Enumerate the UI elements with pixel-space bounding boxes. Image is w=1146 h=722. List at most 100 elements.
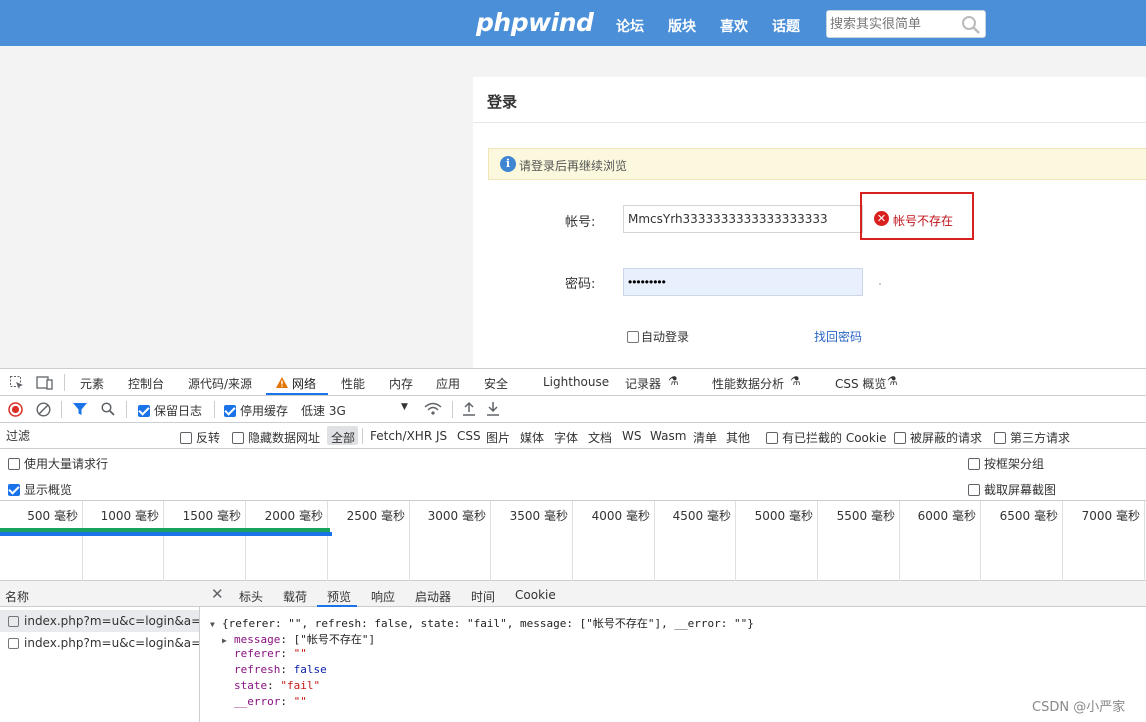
request-row[interactable]: index.php?m=u&c=login&a=... bbox=[0, 610, 199, 632]
collapsed-triangle-icon[interactable]: ▶ bbox=[222, 636, 234, 645]
nav-topics[interactable]: 话题 bbox=[772, 16, 800, 36]
tab-css-overview[interactable]: CSS 概览 bbox=[835, 375, 886, 392]
big-rows-checkbox[interactable]: 使用大量请求行 bbox=[8, 455, 108, 472]
timeline-tick-label: 1500 毫秒 bbox=[182, 509, 241, 523]
checked-box-icon[interactable] bbox=[8, 484, 20, 496]
overview-bar-waiting bbox=[0, 532, 332, 536]
checkbox-icon[interactable] bbox=[994, 432, 1006, 444]
tab-application[interactable]: 应用 bbox=[436, 375, 460, 392]
tab-response[interactable]: 响应 bbox=[371, 588, 395, 605]
checkbox-icon[interactable] bbox=[8, 458, 20, 470]
filter-type-fetch-xhr[interactable]: Fetch/XHR bbox=[370, 429, 432, 443]
filter-input[interactable] bbox=[2, 427, 168, 445]
separator bbox=[452, 401, 453, 418]
preview-key: referer bbox=[234, 647, 281, 660]
record-stop-icon[interactable] bbox=[8, 402, 23, 417]
filter-type-font[interactable]: 字体 bbox=[554, 429, 578, 446]
checkbox-icon[interactable] bbox=[232, 432, 244, 444]
filter-type-other[interactable]: 其他 bbox=[726, 429, 750, 446]
clear-icon[interactable] bbox=[36, 402, 51, 417]
preview-key: __error bbox=[234, 695, 281, 708]
search-icon[interactable] bbox=[101, 402, 115, 416]
filter-type-js[interactable]: JS bbox=[436, 429, 447, 443]
tab-sources[interactable]: 源代码/来源 bbox=[188, 375, 252, 392]
preview-summary-row[interactable]: ▼ {referer: "", refresh: false, state: "f… bbox=[210, 615, 754, 631]
flask-icon: ⚗ bbox=[887, 374, 898, 388]
filter-type-css[interactable]: CSS bbox=[457, 429, 481, 443]
filter-type-all[interactable]: 全部 bbox=[331, 429, 355, 446]
throttle-select[interactable]: 低速 3G bbox=[301, 402, 346, 419]
tab-lighthouse[interactable]: Lighthouse bbox=[543, 375, 609, 389]
network-conditions-icon[interactable] bbox=[424, 402, 442, 416]
filter-type-media[interactable]: 媒体 bbox=[520, 429, 544, 446]
active-tab-indicator bbox=[266, 393, 328, 395]
third-party-checkbox[interactable]: 第三方请求 bbox=[994, 429, 1070, 446]
network-settings: 使用大量请求行 显示概览 按框架分组 截取屏幕截图 bbox=[0, 449, 1146, 501]
search-input[interactable] bbox=[830, 14, 955, 34]
invert-checkbox[interactable]: 反转 bbox=[180, 429, 220, 446]
nav-forum[interactable]: 论坛 bbox=[616, 16, 644, 36]
checkbox-icon[interactable] bbox=[180, 432, 192, 444]
checkbox-icon[interactable] bbox=[627, 331, 639, 343]
tab-performance-insights[interactable]: 性能数据分析 bbox=[712, 375, 784, 392]
tab-performance[interactable]: 性能 bbox=[341, 375, 365, 392]
request-list: 名称 index.php?m=u&c=login&a=... index.php… bbox=[0, 581, 200, 722]
checked-box-icon[interactable] bbox=[224, 405, 236, 417]
checkbox-icon[interactable] bbox=[968, 484, 980, 496]
tab-initiator[interactable]: 启动器 bbox=[415, 588, 451, 605]
find-password-link[interactable]: 找回密码 bbox=[814, 328, 862, 345]
error-icon: ✕ bbox=[874, 211, 889, 226]
checkbox-icon[interactable] bbox=[766, 432, 778, 444]
tab-preview[interactable]: 预览 bbox=[327, 588, 351, 605]
tab-timing[interactable]: 时间 bbox=[471, 588, 495, 605]
expanded-triangle-icon[interactable]: ▼ bbox=[210, 620, 222, 629]
tab-elements[interactable]: 元素 bbox=[80, 375, 104, 392]
timeline-tick-label: 3500 毫秒 bbox=[509, 509, 568, 523]
tab-payload[interactable]: 载荷 bbox=[283, 588, 307, 605]
filter-type-img[interactable]: 图片 bbox=[486, 429, 510, 446]
filter-type-ws[interactable]: WS bbox=[622, 429, 641, 443]
hide-data-urls-checkbox[interactable]: 隐藏数据网址 bbox=[232, 429, 320, 446]
filter-type-manifest[interactable]: 清单 bbox=[693, 429, 717, 446]
chevron-down-icon[interactable]: ▼ bbox=[401, 402, 408, 412]
blocked-cookies-checkbox[interactable]: 有已拦截的 Cookie bbox=[766, 429, 887, 446]
preserve-log-checkbox[interactable]: 保留日志 bbox=[138, 402, 202, 419]
checkbox-icon[interactable] bbox=[968, 458, 980, 470]
tab-recorder[interactable]: 记录器 bbox=[625, 375, 661, 392]
device-toolbar-icon[interactable] bbox=[36, 375, 54, 391]
account-input[interactable] bbox=[623, 205, 863, 233]
export-har-icon[interactable] bbox=[486, 401, 500, 417]
tab-cookies[interactable]: Cookie bbox=[515, 588, 556, 602]
inspect-element-icon[interactable] bbox=[9, 375, 25, 391]
notice-text: 请登录后再继续浏览 bbox=[519, 159, 628, 173]
blocked-requests-checkbox[interactable]: 被屏蔽的请求 bbox=[894, 429, 982, 446]
show-overview-checkbox[interactable]: 显示概览 bbox=[8, 481, 72, 498]
auto-login-checkbox[interactable]: 自动登录 bbox=[627, 328, 689, 345]
capture-screenshots-checkbox[interactable]: 截取屏幕截图 bbox=[968, 481, 1056, 498]
tab-console[interactable]: 控制台 bbox=[128, 375, 164, 392]
name-column-header[interactable]: 名称 bbox=[0, 581, 200, 607]
import-har-icon[interactable] bbox=[462, 401, 476, 417]
group-by-frame-checkbox[interactable]: 按框架分组 bbox=[968, 455, 1044, 472]
tab-network[interactable]: 网络 bbox=[292, 375, 316, 392]
nav-likes[interactable]: 喜欢 bbox=[720, 16, 748, 36]
disable-cache-checkbox[interactable]: 停用缓存 bbox=[224, 402, 288, 419]
preview-error-row: __error: "" bbox=[234, 695, 307, 708]
request-row[interactable]: index.php?m=u&c=login&a=... bbox=[0, 632, 199, 654]
filter-icon[interactable] bbox=[73, 402, 87, 416]
tab-memory[interactable]: 内存 bbox=[389, 375, 413, 392]
tab-security[interactable]: 安全 bbox=[484, 375, 508, 392]
tab-headers[interactable]: 标头 bbox=[239, 588, 263, 605]
network-overview-timeline[interactable]: 500 毫秒 1000 毫秒 1500 毫秒 2000 毫秒 2500 毫秒 3000 毫… bbox=[0, 501, 1146, 581]
checked-box-icon[interactable] bbox=[138, 405, 150, 417]
search-icon[interactable] bbox=[961, 15, 981, 35]
nav-boards[interactable]: 版块 bbox=[668, 16, 696, 36]
close-icon[interactable]: ✕ bbox=[211, 585, 224, 603]
filter-type-doc[interactable]: 文档 bbox=[588, 429, 612, 446]
password-input[interactable] bbox=[623, 268, 863, 296]
filter-type-wasm[interactable]: Wasm bbox=[650, 429, 686, 443]
checkbox-icon[interactable] bbox=[894, 432, 906, 444]
preview-message-row[interactable]: ▶ message: ["帐号不存在"] bbox=[222, 631, 375, 647]
site-logo[interactable]: phpwind bbox=[476, 8, 594, 37]
separator bbox=[126, 401, 127, 418]
